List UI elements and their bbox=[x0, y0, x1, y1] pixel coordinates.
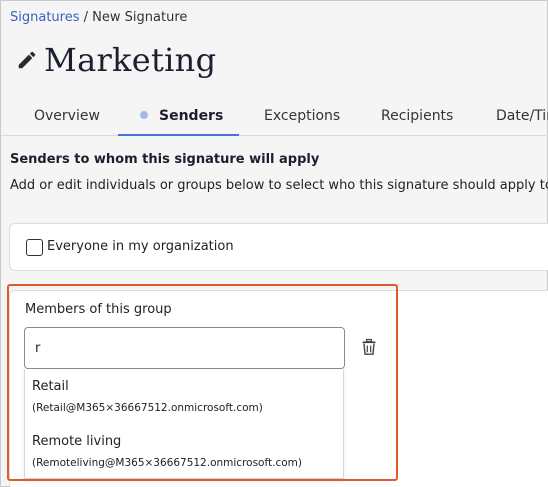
tab-recipients[interactable]: Recipients bbox=[381, 96, 453, 136]
suggestion-option[interactable]: Remote living (Remoteliving@M365×3666751… bbox=[25, 424, 343, 478]
tab-senders[interactable]: Senders bbox=[140, 96, 223, 136]
breadcrumb-separator: / bbox=[83, 10, 89, 25]
suggestion-email: (Retail@M365×36667512.onmicrosoft.com) bbox=[32, 402, 263, 414]
section-heading: Senders to whom this signature will appl… bbox=[10, 152, 320, 167]
tab-overview[interactable]: Overview bbox=[34, 96, 100, 136]
suggestion-name: Remote living bbox=[32, 434, 122, 449]
everyone-label: Everyone in my organization bbox=[47, 239, 234, 254]
pencil-icon[interactable] bbox=[16, 49, 38, 71]
suggestion-email: (Remoteliving@M365×36667512.onmicrosoft.… bbox=[32, 457, 302, 469]
suggestion-option[interactable]: Retail (Retail@M365×36667512.onmicrosoft… bbox=[25, 369, 343, 423]
suggestions-dropdown: Retail (Retail@M365×36667512.onmicrosoft… bbox=[24, 369, 344, 479]
section-description: Add or edit individuals or groups below … bbox=[10, 178, 548, 193]
tab-exceptions[interactable]: Exceptions bbox=[264, 96, 340, 136]
active-tab-indicator bbox=[118, 134, 239, 136]
active-tab-dot-icon bbox=[140, 111, 148, 119]
group-search-input[interactable] bbox=[24, 327, 345, 369]
tab-senders-label: Senders bbox=[159, 108, 224, 124]
page-title: Marketing bbox=[44, 41, 217, 79]
breadcrumb-signatures-link[interactable]: Signatures bbox=[10, 10, 80, 25]
app-frame: Signatures / New Signature Marketing Ove… bbox=[0, 0, 548, 487]
breadcrumb-current: New Signature bbox=[92, 10, 188, 25]
everyone-card: Everyone in my organization bbox=[9, 223, 548, 271]
everyone-checkbox[interactable] bbox=[26, 239, 43, 256]
tab-bar: Overview Senders Exceptions Recipients D… bbox=[1, 96, 548, 136]
page-title-row: Marketing bbox=[16, 41, 216, 79]
group-members-label: Members of this group bbox=[25, 302, 172, 317]
suggestion-name: Retail bbox=[32, 379, 69, 394]
tab-date-time[interactable]: Date/Tim bbox=[496, 96, 548, 136]
trash-icon[interactable] bbox=[360, 338, 378, 356]
breadcrumb: Signatures / New Signature bbox=[10, 10, 187, 25]
